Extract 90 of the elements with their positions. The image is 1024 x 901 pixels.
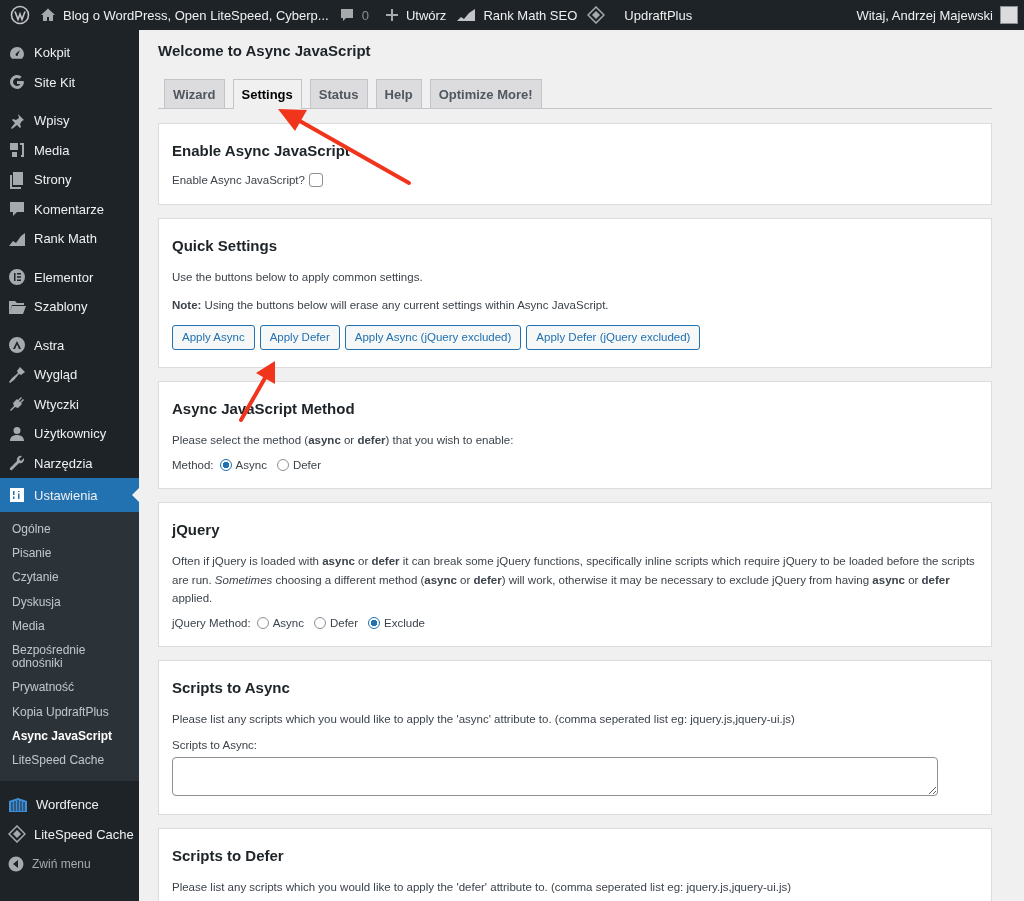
description-text: Often if jQuery is loaded with async or defer it can break some jQuery functions, specifically inline scripts which require jQuery to be loaded before the scripts are run. Sometimes choosing a different method (async or defer) will work, otherwise it may be necessary to exclude jQuery from having async or defer applied.	[172, 554, 976, 606]
description-text: Use the buttons below to apply common settings.	[172, 270, 424, 285]
radio-label: Exclude	[384, 617, 425, 630]
diamond-icon[interactable]	[587, 6, 606, 24]
card-heading: Quick Settings	[172, 237, 279, 254]
paintbrush-icon	[8, 365, 26, 384]
wordpress-logo-icon[interactable]	[10, 5, 30, 25]
collapse-icon	[8, 855, 24, 872]
circle-a-icon	[8, 336, 26, 355]
field-label: Scripts to Async:	[172, 738, 258, 751]
sliders-icon	[8, 486, 26, 504]
collapse-menu-button[interactable]: Zwiń menu	[0, 849, 139, 879]
current-menu-pointer	[132, 488, 139, 502]
menu-item[interactable]: Szablony	[0, 292, 139, 322]
plus-icon[interactable]	[384, 8, 399, 22]
scripts-input-field[interactable]	[172, 756, 938, 796]
submenu-item[interactable]: LiteSpeed Cache	[0, 748, 139, 774]
menu-item[interactable]: Użytkownicy	[0, 419, 139, 449]
submenu-item[interactable]: Czytanie	[0, 566, 139, 591]
radio-button[interactable]	[219, 459, 232, 472]
checkbox-label: Enable Async JavaScript?	[172, 174, 305, 186]
apply-button[interactable]: Apply Async (jQuery excluded)	[344, 324, 522, 350]
menu-item[interactable]: Wtyczki	[0, 389, 139, 419]
apply-button[interactable]: Apply Async	[172, 324, 255, 350]
radio-label: Async	[235, 459, 267, 472]
menu-item[interactable]: LiteSpeed Cache	[0, 819, 139, 850]
description-text: Note: Using the buttons below will erase any current settings within Async JavaScript.	[172, 298, 610, 314]
description-text: Please select the method (async or defer) that you wish to enable:	[172, 432, 515, 448]
fence-icon	[8, 796, 28, 813]
description-text: Please list any scripts which you would like to apply the 'async' attribute to. (comma seperated list eg: jquery.js,jquery-ui.js)	[172, 712, 796, 728]
pushpin-icon	[8, 111, 26, 130]
checkbox[interactable]	[308, 173, 323, 187]
apply-button[interactable]: Apply Defer (jQuery excluded)	[526, 324, 701, 350]
menu-item[interactable]: Wordfence	[0, 790, 139, 820]
submenu-item[interactable]: Ogólne	[0, 518, 139, 543]
menu-item[interactable]: Rank Math	[0, 224, 139, 254]
card-heading: jQuery	[172, 521, 221, 539]
submenu-item[interactable]: Kopia UpdraftPlus	[0, 700, 139, 725]
comment-icon[interactable]	[338, 7, 355, 23]
menu-item[interactable]: Kokpit	[0, 38, 139, 68]
greeting-link[interactable]: Witaj, Andrzej Majewski	[856, 7, 993, 23]
backup-link[interactable]: UpdraftPlus	[624, 7, 693, 23]
menu-item[interactable]: Narzędzia	[0, 448, 139, 478]
submenu-item[interactable]: Async JavaScript	[0, 724, 139, 749]
circle-e-icon	[8, 268, 26, 287]
bar-chart-icon[interactable]	[456, 7, 477, 23]
media-icon	[8, 141, 26, 160]
home-icon[interactable]	[40, 7, 56, 23]
diamond-icon	[8, 825, 26, 844]
menu-item[interactable]: Elementor	[0, 262, 139, 292]
radio-label: Async	[272, 617, 304, 630]
pages-icon	[8, 170, 26, 189]
radio-label: Defer	[292, 459, 321, 472]
menu-item[interactable]: Site Kit	[0, 67, 139, 97]
letter-g-icon	[8, 73, 26, 92]
description-text: Please list any scripts which you would like to apply the 'defer' attribute to. (comma seperated list eg: jquery.js,jquery-ui.js)	[172, 879, 793, 895]
submenu-item[interactable]: Dyskusja	[0, 590, 139, 615]
site-title-link[interactable]: Blog o WordPress, Open LiteSpeed, Cyberp...	[63, 7, 329, 23]
tab[interactable]: Settings	[232, 79, 302, 109]
menu-item[interactable]: Astra	[0, 330, 139, 360]
user-icon	[8, 424, 26, 443]
menu-item[interactable]: Wpisy	[0, 106, 139, 136]
seo-link[interactable]: Rank Math SEO	[483, 7, 578, 23]
new-link[interactable]: Utwórz	[405, 7, 447, 23]
submenu-item[interactable]: Media	[0, 614, 139, 639]
speech-bubble-icon	[8, 200, 26, 219]
submenu-item[interactable]: Pisanie	[0, 542, 139, 567]
radio-group-label: Method:	[172, 459, 214, 472]
submenu-item[interactable]: Prywatność	[0, 676, 139, 701]
tab[interactable]: Optimize More!	[429, 79, 542, 108]
card-heading: Scripts to Async	[172, 679, 291, 697]
card-heading: Scripts to Defer	[172, 846, 285, 864]
radio-group-label: jQuery Method:	[172, 617, 251, 630]
comment-count: 0	[361, 7, 369, 23]
page-title: Welcome to Async JavaScript	[158, 42, 372, 59]
card-heading: Enable Async JavaScript	[172, 142, 351, 159]
apply-button[interactable]: Apply Defer	[259, 324, 340, 350]
tab[interactable]: Wizard	[164, 79, 225, 108]
menu-item[interactable]: Ustawienia	[0, 478, 139, 512]
tab[interactable]: Help	[375, 79, 422, 108]
radio-button[interactable]	[368, 617, 381, 630]
menu-item[interactable]: Komentarze	[0, 194, 139, 224]
plug-icon	[8, 395, 26, 414]
wrench-icon	[8, 454, 26, 473]
submenu-item[interactable]: Bezpośrednie odnośniki	[0, 638, 139, 677]
tab[interactable]: Status	[309, 79, 368, 108]
menu-item[interactable]: Strony	[0, 165, 139, 195]
menu-item[interactable]: Media	[0, 135, 139, 165]
menu-item[interactable]: Wygląd	[0, 360, 139, 390]
radio-label: Defer	[329, 617, 359, 630]
